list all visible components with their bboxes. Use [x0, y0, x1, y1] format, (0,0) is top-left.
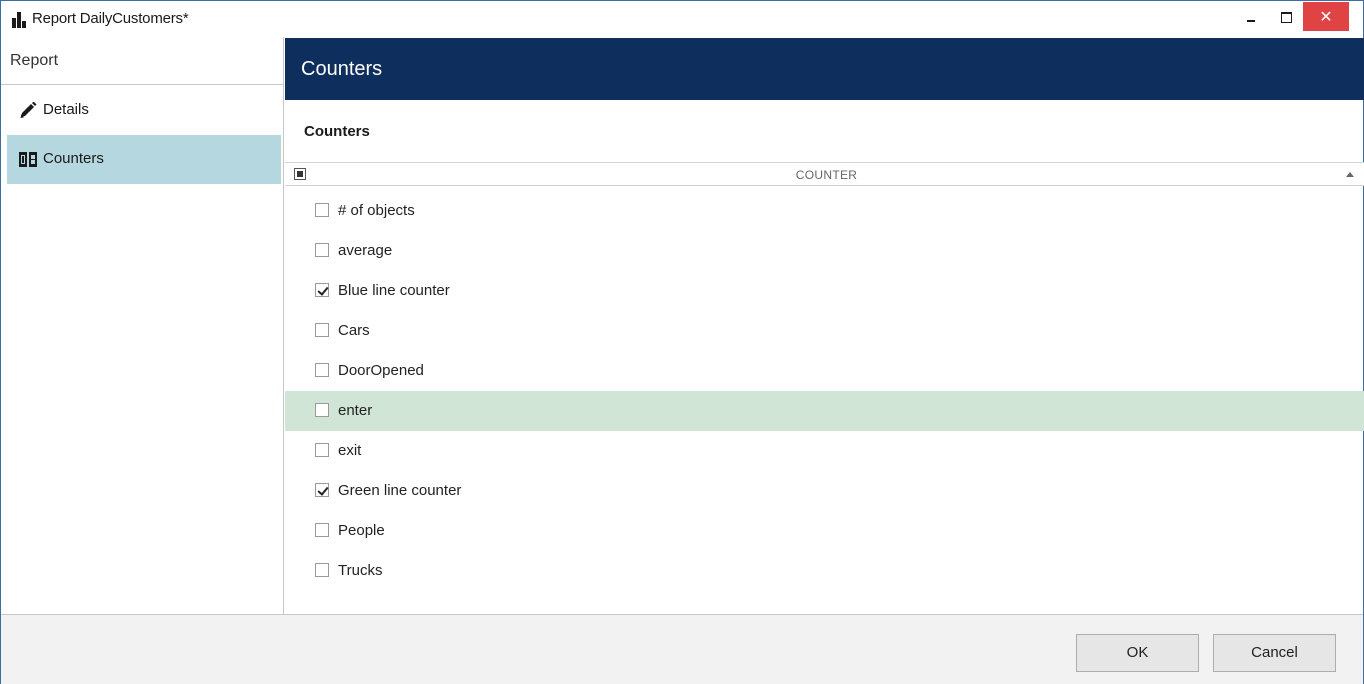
main-header: Counters [285, 38, 1364, 100]
counter-checkbox[interactable] [315, 523, 329, 537]
bar-chart-icon [12, 12, 28, 28]
list-item[interactable]: exit [285, 431, 1364, 471]
report-window: Report DailyCustomers* ✕ Report Details [0, 0, 1364, 684]
list-item[interactable]: Trucks [285, 551, 1364, 591]
counter-checkbox[interactable] [315, 563, 329, 577]
sidebar-item-label: Counters [43, 150, 104, 167]
counter-checkbox[interactable] [315, 403, 329, 417]
title-bar[interactable]: Report DailyCustomers* ✕ [1, 1, 1363, 37]
counter-label: People [338, 522, 385, 539]
sidebar-item-counters[interactable]: Counters [7, 135, 281, 184]
minimize-button[interactable] [1234, 1, 1268, 30]
counter-label: average [338, 242, 393, 259]
sort-ascending-icon[interactable] [1346, 172, 1354, 177]
counter-list: # of objects average Blue line counter Cars… [285, 191, 1364, 591]
section-title: Counters [304, 123, 370, 140]
page-title: Counters [301, 58, 383, 80]
list-item[interactable]: Green line counter [285, 471, 1364, 511]
list-item[interactable]: DoorOpened [285, 351, 1364, 391]
sidebar-item-details[interactable]: Details [7, 86, 281, 135]
counter-checkbox[interactable] [315, 243, 329, 257]
counter-icon [19, 152, 37, 167]
pencil-icon [20, 102, 37, 118]
list-item[interactable]: People [285, 511, 1364, 551]
counter-label: Cars [338, 322, 370, 339]
counter-label: enter [338, 402, 373, 419]
list-item[interactable]: average [285, 231, 1364, 271]
sidebar-header: Report [1, 37, 283, 85]
window-title: Report DailyCustomers* [32, 10, 189, 27]
list-item[interactable]: Blue line counter [285, 271, 1364, 311]
list-item[interactable]: # of objects [285, 191, 1364, 231]
counter-label: Trucks [338, 562, 383, 579]
close-icon: ✕ [1319, 7, 1333, 26]
ok-button[interactable]: OK [1076, 634, 1199, 672]
counter-checkbox[interactable] [315, 363, 329, 377]
sidebar: Report Details Counters [1, 37, 284, 614]
counter-checkbox[interactable] [315, 323, 329, 337]
main-panel: Counters Counters COUNTER # of objects av… [285, 38, 1364, 614]
sidebar-item-label: Details [43, 101, 89, 118]
counter-checkbox[interactable] [315, 203, 329, 217]
dialog-footer: OK Cancel [1, 614, 1363, 684]
close-button[interactable]: ✕ [1303, 2, 1349, 31]
counter-checkbox[interactable] [315, 443, 329, 457]
cancel-button[interactable]: Cancel [1213, 634, 1336, 672]
list-item[interactable]: enter [285, 391, 1364, 431]
counter-checkbox[interactable] [315, 283, 329, 297]
counter-checkbox[interactable] [315, 483, 329, 497]
maximize-button[interactable] [1269, 1, 1303, 30]
counter-label: DoorOpened [338, 362, 424, 379]
counter-label: # of objects [338, 202, 415, 219]
counter-label: Green line counter [338, 482, 462, 499]
sidebar-title: Report [10, 52, 59, 69]
list-item[interactable]: Cars [285, 311, 1364, 351]
table-header: COUNTER [285, 162, 1364, 186]
counter-label: Blue line counter [338, 282, 450, 299]
counter-label: exit [338, 442, 362, 459]
column-header-counter[interactable]: COUNTER [285, 168, 1364, 182]
